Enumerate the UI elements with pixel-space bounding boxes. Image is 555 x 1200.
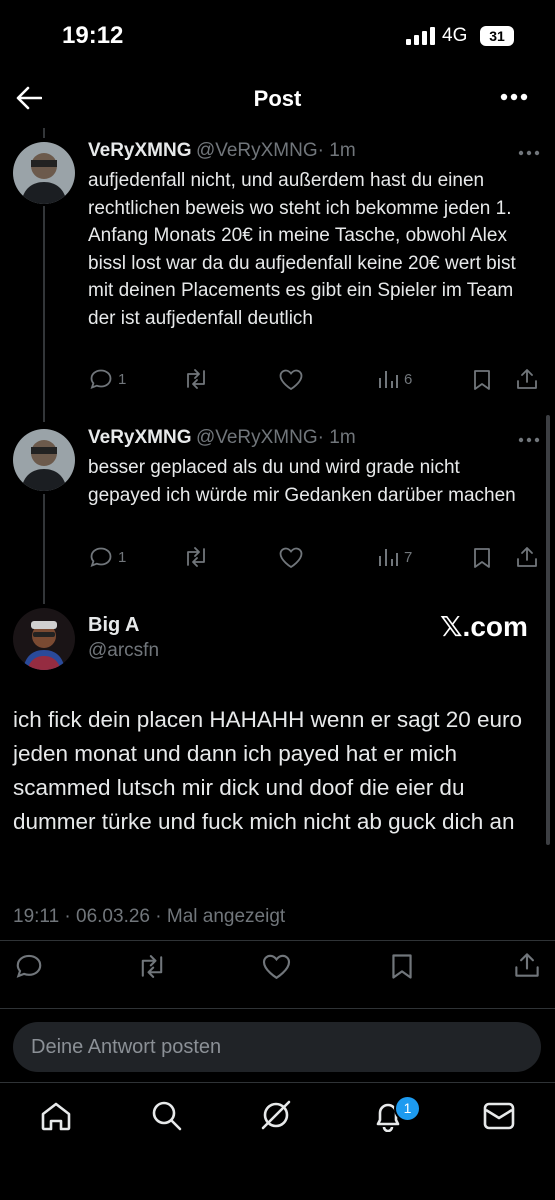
author-handle[interactable]: @arcsfn [88, 640, 159, 662]
battery-indicator: 31 [480, 26, 514, 46]
reply-button[interactable]: 1 [90, 369, 126, 389]
divider [0, 940, 555, 941]
author-name[interactable]: Big A [88, 614, 139, 637]
share-icon[interactable] [514, 952, 540, 978]
post-text: ich fick dein placen HAHAHH wenn er sagt… [13, 707, 523, 834]
post-time: · 1m [317, 140, 356, 161]
bookmark-icon[interactable] [473, 369, 491, 391]
reply-icon [90, 369, 112, 389]
divider [0, 1082, 555, 1083]
signal-icon [406, 27, 436, 45]
reply-input[interactable]: Deine Antwort posten [13, 1022, 541, 1072]
repost-icon[interactable] [183, 547, 209, 567]
views-count: 7 [404, 548, 413, 566]
avatar[interactable] [13, 429, 75, 491]
grok-icon[interactable] [259, 1098, 293, 1132]
post-meta: 19:11 · 06.03.26 · Mal angezeigt [13, 906, 286, 927]
reply-icon [90, 547, 112, 567]
author-handle[interactable]: @VeRyXMNG [196, 427, 318, 448]
reply-count: 1 [118, 548, 127, 566]
post-time: · 1m [317, 427, 356, 448]
views-button[interactable]: 6 [378, 369, 412, 389]
scrollbar[interactable] [546, 415, 550, 845]
more-icon[interactable] [500, 93, 528, 101]
reply-text: aufjedenfall nicht, und außerdem hast du… [88, 170, 516, 329]
mail-icon[interactable] [483, 1102, 515, 1130]
views-icon [378, 547, 398, 567]
x-watermark: 𝕏.com [440, 611, 528, 642]
author-handle[interactable]: @VeRyXMNG [196, 140, 318, 161]
reply-header: VeRyXMNG @VeRyXMNG· 1m [88, 427, 356, 449]
reply-text: besser geplaced als du und wird grade ni… [88, 457, 516, 506]
more-icon[interactable] [518, 150, 540, 156]
home-icon[interactable] [40, 1101, 72, 1131]
repost-icon[interactable] [183, 369, 209, 389]
page-title: Post [253, 86, 302, 111]
like-icon[interactable] [279, 547, 303, 568]
reply-icon[interactable] [16, 954, 42, 978]
avatar[interactable] [13, 608, 75, 670]
share-icon[interactable] [516, 546, 538, 568]
search-icon[interactable] [151, 1100, 183, 1132]
like-icon[interactable] [262, 954, 291, 979]
network-label: 4G [442, 25, 468, 46]
repost-icon[interactable] [137, 955, 167, 978]
thread-line [43, 206, 45, 422]
author-name[interactable]: VeRyXMNG [88, 140, 191, 161]
share-icon[interactable] [516, 368, 538, 390]
status-time: 19:12 [62, 22, 124, 49]
reply-header: VeRyXMNG @VeRyXMNG· 1m [88, 140, 356, 162]
like-icon[interactable] [279, 369, 303, 390]
divider [0, 1008, 555, 1009]
reply-count: 1 [118, 370, 127, 388]
reply-button[interactable]: 1 [90, 547, 126, 567]
views-button[interactable]: 7 [378, 547, 412, 567]
views-icon [378, 369, 398, 389]
thread-line [43, 128, 45, 138]
thread-line [43, 494, 45, 604]
notification-badge: 1 [394, 1095, 421, 1122]
bookmark-icon[interactable] [391, 953, 413, 980]
views-count: 6 [404, 370, 413, 388]
avatar[interactable] [13, 142, 75, 204]
more-icon[interactable] [518, 437, 540, 443]
bookmark-icon[interactable] [473, 547, 491, 569]
author-name[interactable]: VeRyXMNG [88, 427, 191, 448]
